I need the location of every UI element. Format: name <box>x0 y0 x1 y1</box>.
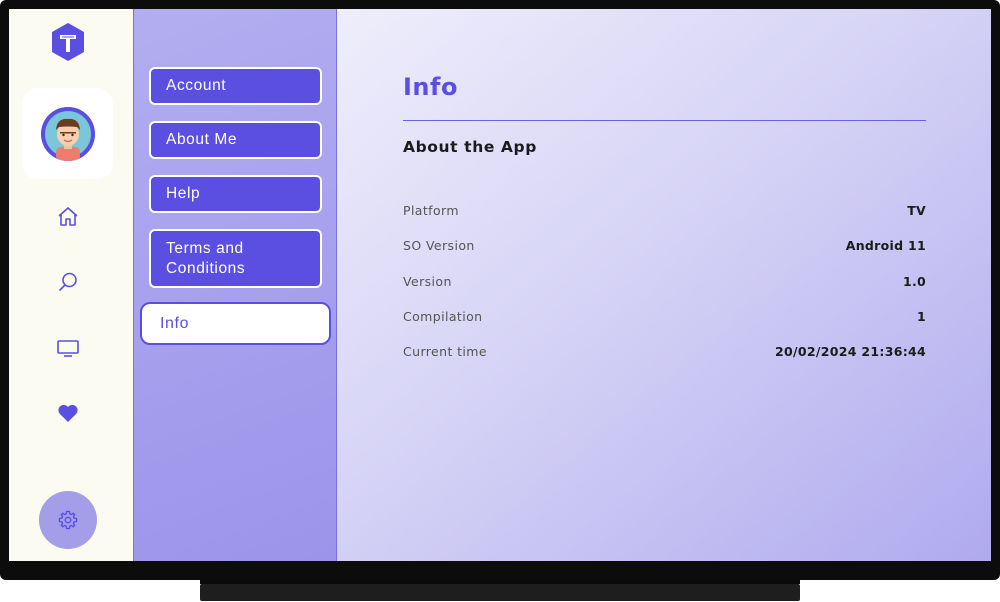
gear-icon <box>57 509 79 531</box>
menu-item-label: Info <box>160 314 190 332</box>
home-icon[interactable] <box>54 203 82 231</box>
menu-item-terms[interactable]: Terms and Conditions <box>149 229 322 288</box>
menu-item-label: Account <box>166 77 227 94</box>
info-value: 20/02/2024 21:36:44 <box>775 343 926 359</box>
info-row-platform: Platform TV <box>403 200 926 220</box>
info-key: Version <box>403 273 452 289</box>
info-key: Compilation <box>403 308 483 324</box>
tv-screen: Account About Me Help Terms and Conditio… <box>9 9 991 561</box>
info-panel: Info About the App Platform TV SO Versio… <box>337 9 991 561</box>
tv-stand <box>200 584 800 601</box>
info-row-current-time: Current time 20/02/2024 21:36:44 <box>403 341 926 361</box>
tv-frame: Account About Me Help Terms and Conditio… <box>0 0 1000 580</box>
side-rail <box>9 9 133 561</box>
menu-item-info[interactable]: Info <box>140 302 331 345</box>
menu-item-about-me[interactable]: About Me <box>149 121 322 159</box>
menu-item-help[interactable]: Help <box>149 175 322 213</box>
info-value: Android 11 <box>845 237 926 253</box>
page-title: Info <box>403 73 458 101</box>
menu-item-account[interactable]: Account <box>149 67 322 105</box>
search-icon[interactable] <box>54 268 82 296</box>
heart-icon[interactable] <box>54 399 82 427</box>
section-title: About the App <box>403 138 537 156</box>
info-row-so-version: SO Version Android 11 <box>403 235 926 255</box>
tv-icon[interactable] <box>54 334 82 362</box>
divider <box>403 120 926 121</box>
settings-button[interactable] <box>39 491 97 549</box>
info-key: SO Version <box>403 237 475 253</box>
info-row-version: Version 1.0 <box>403 271 926 291</box>
logo-icon <box>50 22 86 62</box>
info-value: 1.0 <box>902 273 926 289</box>
info-row-compilation: Compilation 1 <box>403 306 926 326</box>
menu-item-label: Terms and Conditions <box>166 239 246 277</box>
avatar[interactable] <box>41 107 95 161</box>
info-value: TV <box>907 202 926 218</box>
info-value: 1 <box>917 308 926 324</box>
menu-item-label: Help <box>166 185 201 202</box>
info-key: Current time <box>403 343 487 359</box>
info-key: Platform <box>403 202 459 218</box>
menu-item-label: About Me <box>166 131 238 148</box>
settings-menu: Account About Me Help Terms and Conditio… <box>133 9 337 561</box>
